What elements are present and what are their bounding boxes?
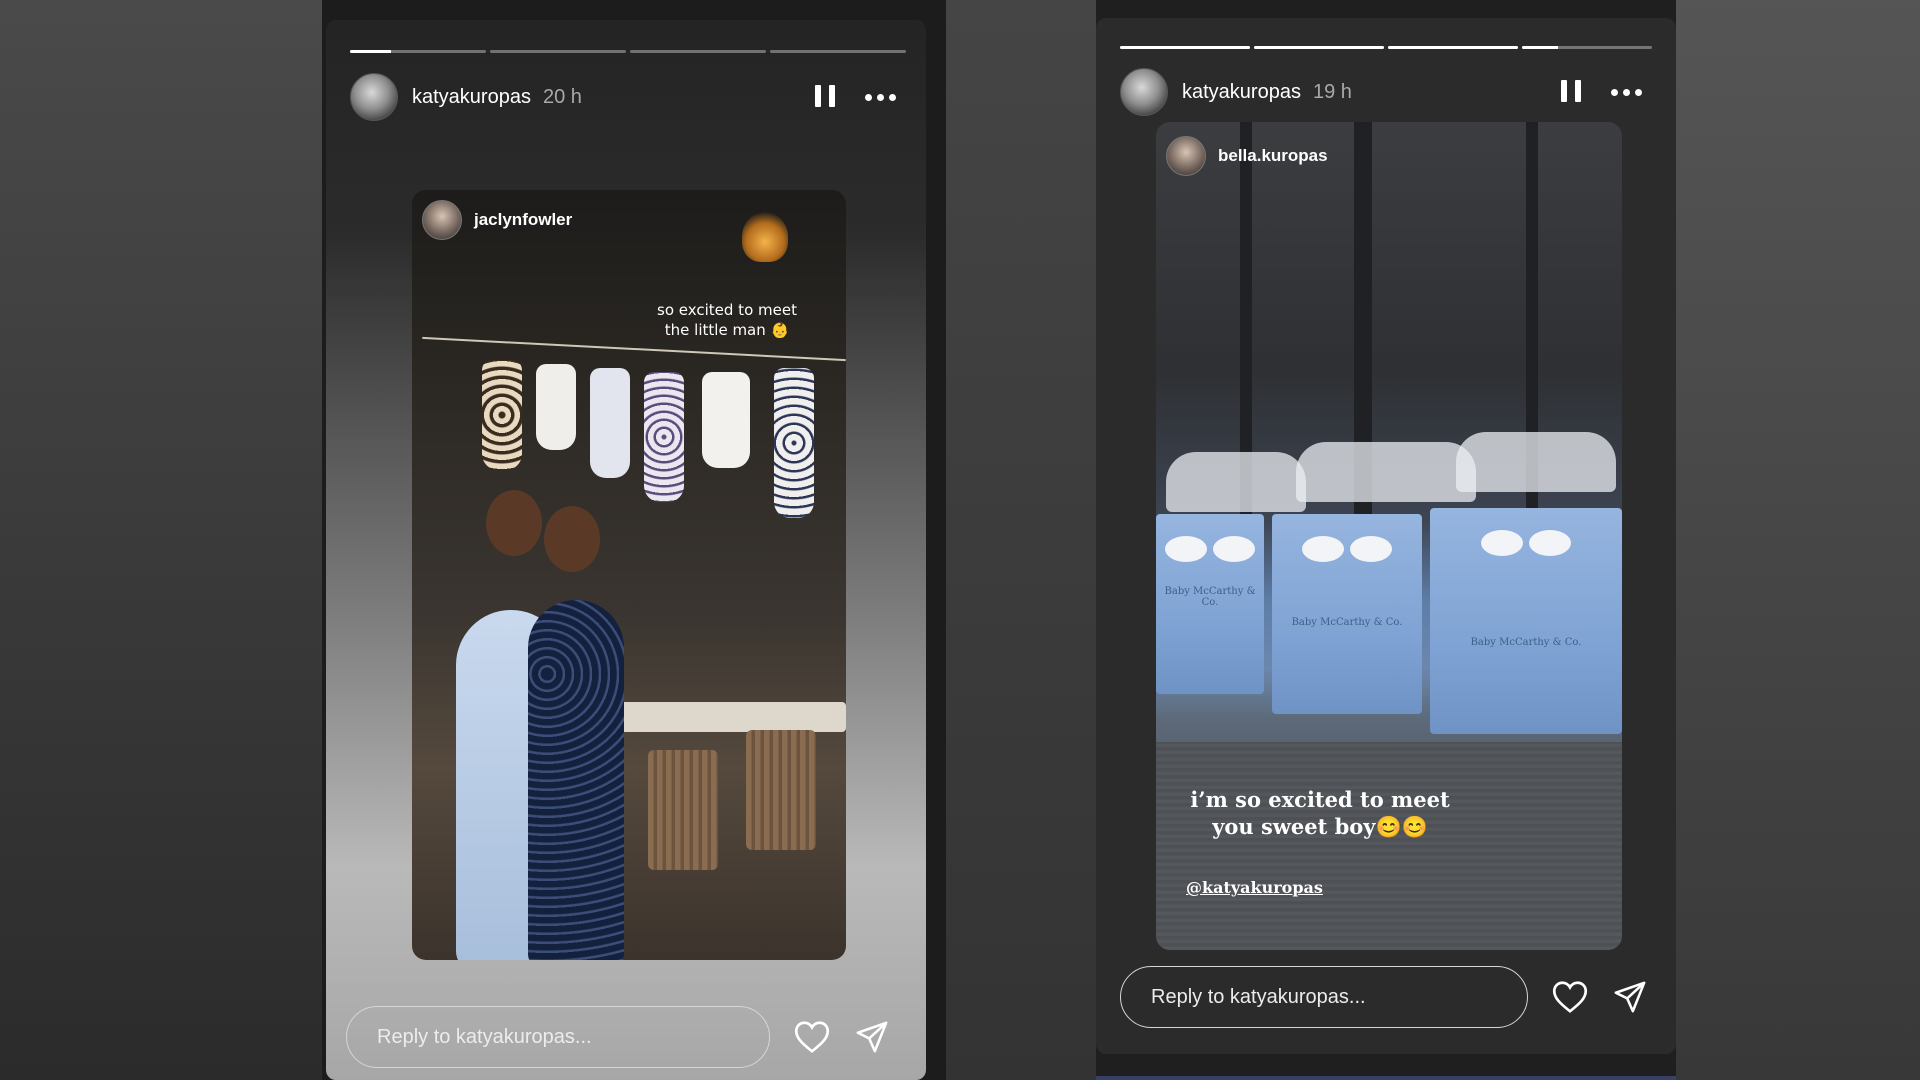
reply-input[interactable] — [346, 1006, 770, 1068]
story-time: 19 h — [1312, 80, 1352, 103]
progress-segment — [1388, 46, 1518, 49]
caption-line: the little man 👶 — [664, 321, 790, 339]
bottom-divider — [1096, 1076, 1676, 1080]
ribbon-bow — [1165, 536, 1255, 566]
pause-icon[interactable] — [815, 85, 835, 109]
onesie — [774, 368, 814, 518]
story-header: katyakuropas 19 h — [1120, 68, 1652, 116]
onesie — [536, 364, 576, 450]
story-time: 20 h — [542, 85, 582, 108]
story-username[interactable]: katyakuropas — [1182, 81, 1301, 104]
story-header: katyakuropas 20 h — [350, 73, 906, 121]
pause-icon[interactable] — [1561, 80, 1581, 104]
onesie — [644, 372, 684, 502]
more-icon[interactable] — [1611, 88, 1642, 96]
gift-bag: Baby McCarthy & Co. — [1272, 514, 1422, 714]
reshared-post-card[interactable]: Baby McCarthy & Co. Baby McCarthy & Co. … — [1156, 122, 1622, 950]
tissue-paper — [1166, 452, 1306, 512]
onesie — [590, 368, 630, 478]
caption-line: so excited to meet — [657, 301, 797, 319]
chair — [648, 750, 718, 870]
gift-bag: Baby McCarthy & Co. — [1156, 514, 1264, 694]
background-middle — [946, 0, 1096, 1080]
chair — [746, 730, 816, 850]
heart-icon[interactable] — [1550, 977, 1590, 1017]
reply-input[interactable] — [1120, 966, 1528, 1028]
clothesline — [422, 336, 846, 362]
progress-segment — [1254, 46, 1384, 49]
onesie — [702, 372, 750, 468]
avatar[interactable] — [422, 200, 462, 240]
caption-line: you sweet boy😊😊 — [1212, 814, 1428, 839]
heart-icon[interactable] — [792, 1017, 832, 1057]
story-progress — [1120, 46, 1652, 49]
background-right — [1676, 0, 1920, 1080]
reshared-post-card[interactable]: jaclynfowler so excited to meet the litt… — [412, 190, 846, 960]
story-panel-2[interactable]: katyakuropas 19 h Baby McCarthy & Co. Ba… — [1096, 0, 1676, 1080]
background-left — [0, 0, 322, 1080]
story-progress — [350, 50, 906, 53]
post-caption: so excited to meet the little man 👶 — [632, 300, 822, 340]
gift-bag: Baby McCarthy & Co. — [1430, 508, 1622, 734]
pendant-lamp — [742, 212, 788, 262]
ribbon-bow — [1481, 530, 1571, 560]
send-icon[interactable] — [1610, 977, 1650, 1017]
post-caption: i’m so excited to meet you sweet boy😊😊 — [1170, 786, 1470, 840]
reply-row — [1120, 966, 1652, 1028]
more-icon[interactable] — [865, 93, 896, 101]
progress-segment — [350, 50, 486, 53]
person-head — [544, 506, 600, 572]
story-username[interactable]: katyakuropas — [412, 86, 531, 109]
post-author[interactable]: bella.kuropas — [1166, 136, 1328, 176]
send-icon[interactable] — [852, 1017, 892, 1057]
post-username[interactable]: jaclynfowler — [474, 210, 572, 230]
bag-label: Baby McCarthy & Co. — [1470, 637, 1582, 648]
avatar[interactable] — [1120, 68, 1168, 116]
onesie — [482, 360, 522, 470]
caption-line: i’m so excited to meet — [1190, 787, 1450, 812]
tissue-paper — [1296, 442, 1476, 502]
avatar[interactable] — [1166, 136, 1206, 176]
person-head — [486, 490, 542, 556]
story-panel-1[interactable]: katyakuropas 20 h jaclynfowler so excite… — [322, 0, 946, 1080]
post-author[interactable]: jaclynfowler — [422, 200, 572, 240]
bag-label: Baby McCarthy & Co. — [1164, 586, 1256, 608]
progress-segment — [490, 50, 626, 53]
progress-segment — [1120, 46, 1250, 49]
dining-table — [612, 702, 846, 732]
progress-segment — [770, 50, 906, 53]
post-username[interactable]: bella.kuropas — [1218, 146, 1328, 166]
bag-label: Baby McCarthy & Co. — [1291, 617, 1403, 628]
mention-sticker[interactable]: @katyakuropas — [1186, 878, 1323, 897]
ribbon-bow — [1302, 536, 1392, 566]
carpet — [1156, 742, 1622, 950]
reply-row — [346, 1006, 902, 1068]
progress-segment — [1522, 46, 1652, 49]
tissue-paper — [1456, 432, 1616, 492]
progress-segment — [630, 50, 766, 53]
avatar[interactable] — [350, 73, 398, 121]
person-navy-dress — [528, 600, 624, 960]
